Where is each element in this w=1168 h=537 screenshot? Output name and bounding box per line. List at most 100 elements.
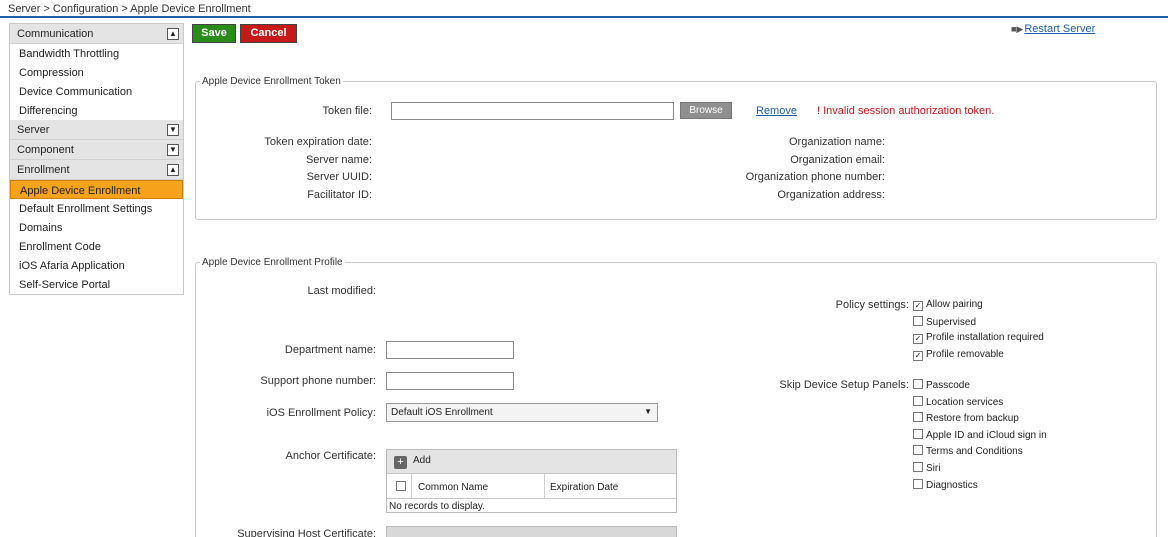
sidebar-item-device-communication[interactable]: Device Communication bbox=[10, 82, 183, 101]
skip-restore-from-backup[interactable]: Restore from backup bbox=[913, 412, 1019, 424]
policy-allow-pairing[interactable]: ✓ Allow pairing bbox=[913, 299, 983, 311]
last-modified-label: Last modified: bbox=[307, 285, 376, 297]
skip-diagnostics[interactable]: Diagnostics bbox=[913, 479, 978, 491]
sidebar-item-domains[interactable]: Domains bbox=[10, 218, 183, 237]
column-header-expiration-date[interactable]: Expiration Date bbox=[550, 482, 618, 493]
breadcrumb: Server > Configuration > Apple Device En… bbox=[0, 0, 1168, 18]
department-name-label: Department name: bbox=[284, 344, 376, 356]
checkbox-label: Supervised bbox=[926, 317, 977, 328]
policy-profile-installation-required[interactable]: ✓ Profile installation required bbox=[913, 332, 1044, 344]
policy-settings-label: Policy settings: bbox=[835, 299, 909, 311]
checkbox[interactable] bbox=[913, 412, 923, 422]
organization-phone-label: Organization phone number: bbox=[745, 171, 885, 183]
checkbox[interactable] bbox=[913, 316, 923, 326]
organization-email-label: Organization email: bbox=[790, 154, 885, 166]
column-divider bbox=[544, 474, 545, 498]
checkbox[interactable] bbox=[913, 379, 923, 389]
sidebar-item-self-service-portal[interactable]: Self-Service Portal bbox=[10, 275, 183, 294]
anchor-certificate-label: Anchor Certificate: bbox=[285, 450, 376, 462]
checkbox[interactable] bbox=[913, 429, 923, 439]
checkbox-label: Passcode bbox=[926, 380, 970, 391]
grid-header: Common Name Expiration Date bbox=[387, 474, 676, 499]
sidebar-section-label: Component bbox=[17, 144, 74, 156]
support-phone-label: Support phone number: bbox=[260, 375, 376, 387]
sidebar-section-enrollment[interactable]: Enrollment ▲ bbox=[10, 160, 183, 180]
checkbox-label: Restore from backup bbox=[926, 413, 1019, 424]
department-name-input[interactable] bbox=[386, 341, 514, 359]
checkbox-label: Location services bbox=[926, 397, 1004, 408]
checkbox-label: Siri bbox=[926, 463, 941, 474]
skip-location-services[interactable]: Location services bbox=[913, 396, 1003, 408]
facilitator-id-label: Facilitator ID: bbox=[307, 189, 372, 201]
checkbox[interactable] bbox=[913, 462, 923, 472]
ios-enrollment-policy-label: iOS Enrollment Policy: bbox=[266, 407, 376, 419]
server-uuid-label: Server UUID: bbox=[306, 171, 372, 183]
token-file-label: Token file: bbox=[322, 105, 372, 117]
collapse-icon[interactable]: ▲ bbox=[167, 164, 179, 176]
error-message: ! Invalid session authorization token. bbox=[817, 105, 995, 117]
supervising-host-certificate-grid bbox=[386, 526, 677, 537]
profile-section-legend: Apple Device Enrollment Profile bbox=[202, 257, 343, 268]
grid-add-label[interactable]: Add bbox=[413, 455, 431, 466]
cancel-button[interactable]: Cancel bbox=[240, 24, 297, 43]
sidebar-item-bandwidth-throttling[interactable]: Bandwidth Throttling bbox=[10, 44, 183, 63]
skip-terms-and-conditions[interactable]: Terms and Conditions bbox=[913, 445, 1023, 457]
checkbox-checked[interactable]: ✓ bbox=[913, 334, 923, 344]
sidebar-item-differencing[interactable]: Differencing bbox=[10, 101, 183, 120]
sidebar-section-server[interactable]: Server ▼ bbox=[10, 120, 183, 140]
skip-apple-id-icloud[interactable]: Apple ID and iCloud sign in bbox=[913, 429, 1047, 441]
restart-icon: ■▶ bbox=[1011, 24, 1024, 34]
policy-profile-removable[interactable]: ✓ Profile removable bbox=[913, 349, 1004, 361]
token-expiration-label: Token expiration date: bbox=[264, 136, 372, 148]
checkbox-label: Profile removable bbox=[926, 349, 1004, 360]
browse-button[interactable]: Browse bbox=[680, 102, 732, 119]
server-name-label: Server name: bbox=[305, 154, 372, 166]
checkbox[interactable] bbox=[913, 479, 923, 489]
remove-link[interactable]: Remove bbox=[756, 105, 797, 117]
restart-server-label: Restart Server bbox=[1024, 23, 1096, 35]
token-section-legend: Apple Device Enrollment Token bbox=[202, 76, 341, 87]
grid-empty-message: No records to display. bbox=[389, 501, 485, 512]
sidebar: Communication ▲ Bandwidth Throttling Com… bbox=[9, 23, 184, 295]
sidebar-section-label: Communication bbox=[17, 28, 94, 40]
checkbox-label: Apple ID and iCloud sign in bbox=[926, 430, 1047, 441]
ios-enrollment-policy-select[interactable]: Default iOS Enrollment ▼ bbox=[386, 403, 658, 422]
sidebar-section-label: Enrollment bbox=[17, 164, 70, 176]
grid-select-all-cell bbox=[387, 474, 412, 498]
column-header-common-name[interactable]: Common Name bbox=[418, 482, 488, 493]
save-button[interactable]: Save bbox=[192, 24, 236, 43]
add-icon[interactable]: + bbox=[394, 456, 407, 469]
support-phone-input[interactable] bbox=[386, 372, 514, 390]
checkbox[interactable] bbox=[913, 445, 923, 455]
organization-address-label: Organization address: bbox=[777, 189, 885, 201]
checkbox-label: Allow pairing bbox=[926, 299, 983, 310]
anchor-certificate-grid: + Add Common Name Expiration Date No reco… bbox=[386, 449, 677, 513]
checkbox-label: Profile installation required bbox=[926, 332, 1044, 343]
checkbox[interactable] bbox=[913, 396, 923, 406]
token-file-input[interactable] bbox=[391, 102, 674, 120]
sidebar-item-default-enrollment-settings[interactable]: Default Enrollment Settings bbox=[10, 199, 183, 218]
skip-siri[interactable]: Siri bbox=[913, 462, 940, 474]
sidebar-item-apple-device-enrollment[interactable]: Apple Device Enrollment bbox=[10, 180, 183, 199]
sidebar-item-compression[interactable]: Compression bbox=[10, 63, 183, 82]
sidebar-section-label: Server bbox=[17, 124, 50, 136]
sidebar-item-ios-afaria-application[interactable]: iOS Afaria Application bbox=[10, 256, 183, 275]
sidebar-section-communication[interactable]: Communication ▲ bbox=[10, 24, 183, 44]
select-all-checkbox[interactable] bbox=[396, 481, 406, 491]
dropdown-arrow-icon: ▼ bbox=[644, 407, 652, 416]
expand-icon[interactable]: ▼ bbox=[167, 144, 179, 156]
ios-enrollment-policy-value: Default iOS Enrollment bbox=[391, 407, 493, 418]
organization-name-label: Organization name: bbox=[789, 136, 885, 148]
checkbox-checked[interactable]: ✓ bbox=[913, 301, 923, 311]
policy-supervised[interactable]: Supervised bbox=[913, 316, 976, 328]
expand-icon[interactable]: ▼ bbox=[167, 124, 179, 136]
sidebar-item-enrollment-code[interactable]: Enrollment Code bbox=[10, 237, 183, 256]
skip-setup-panels-label: Skip Device Setup Panels: bbox=[779, 379, 909, 391]
checkbox-checked[interactable]: ✓ bbox=[913, 351, 923, 361]
skip-passcode[interactable]: Passcode bbox=[913, 379, 970, 391]
collapse-icon[interactable]: ▲ bbox=[167, 28, 179, 40]
restart-server-link[interactable]: ■▶Restart Server bbox=[1011, 23, 1095, 35]
grid-toolbar[interactable]: + Add bbox=[387, 450, 676, 474]
sidebar-section-component[interactable]: Component ▼ bbox=[10, 140, 183, 160]
supervising-host-certificate-label: Supervising Host Certificate: bbox=[237, 528, 376, 537]
